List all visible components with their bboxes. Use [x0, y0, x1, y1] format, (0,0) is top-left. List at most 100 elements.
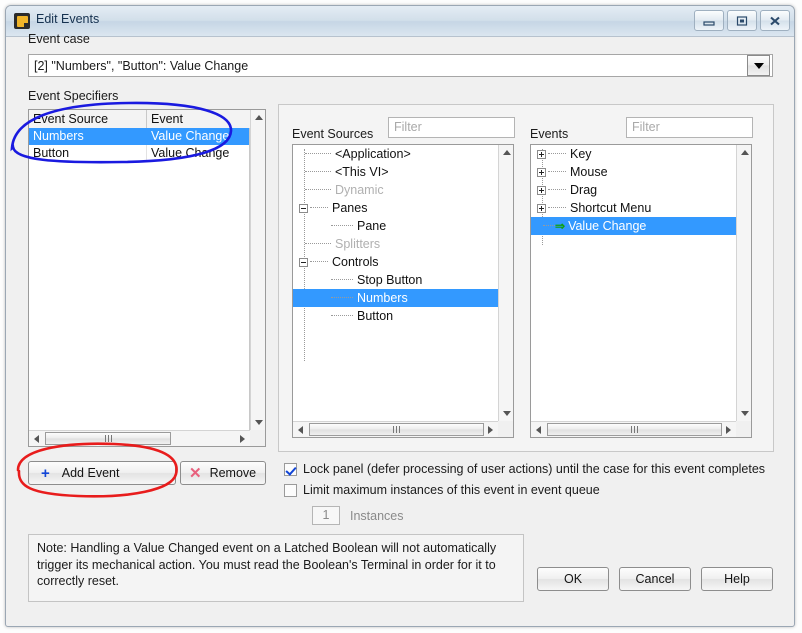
events-label: Events [530, 127, 569, 141]
tree-item-label: Splitters [335, 237, 381, 251]
tree-item-controls[interactable]: Controls [293, 253, 498, 271]
tree-item-label: Numbers [357, 291, 408, 305]
event-arrow-icon: ⇒ [555, 219, 566, 233]
tree-item-mouse[interactable]: Mouse [531, 163, 736, 181]
event-sources-label: Event Sources [292, 127, 374, 141]
tree-item-stop-button[interactable]: Stop Button [293, 271, 498, 289]
sources-horizontal-scrollbar[interactable] [293, 421, 513, 437]
event-sources-filter-input[interactable]: Filter [388, 117, 515, 138]
scroll-thumb[interactable] [309, 423, 484, 436]
remove-label: Remove [209, 466, 257, 480]
row-source: Numbers [29, 128, 147, 145]
events-filter-input[interactable]: Filter [626, 117, 753, 138]
tree-item-label: Dynamic [335, 183, 384, 197]
lock-panel-label: Lock panel (defer processing of user act… [303, 462, 766, 476]
expand-plus-icon[interactable] [537, 203, 546, 213]
labview-vi-icon [14, 13, 30, 29]
tree-item-pane[interactable]: Pane [293, 217, 498, 235]
note-text: Note: Handling a Value Changed event on … [28, 534, 524, 602]
expand-plus-icon[interactable] [537, 149, 546, 159]
scroll-thumb[interactable] [45, 432, 171, 445]
table-row[interactable]: Numbers Value Change [29, 128, 249, 145]
title-bar: Edit Events [6, 6, 794, 37]
tree-item-value-change[interactable]: ⇒ Value Change [531, 217, 736, 235]
scroll-thumb[interactable] [547, 423, 722, 436]
cancel-label: Cancel [635, 572, 675, 586]
add-event-button[interactable]: + Add Event [28, 461, 176, 485]
window-title: Edit Events [36, 12, 100, 26]
event-case-combobox[interactable]: [2] "Numbers", "Button": Value Change [28, 54, 773, 77]
lock-panel-checkbox[interactable] [284, 462, 297, 476]
cancel-button[interactable]: Cancel [619, 567, 691, 591]
scroll-right-icon[interactable] [483, 422, 498, 437]
instances-input[interactable]: 1 [312, 506, 340, 525]
help-label: Help [724, 572, 750, 586]
close-button[interactable] [760, 10, 790, 31]
event-case-value: [2] "Numbers", "Button": Value Change [34, 58, 249, 73]
help-button[interactable]: Help [701, 567, 773, 591]
table-row[interactable]: Button Value Change [29, 145, 249, 162]
minimize-button[interactable] [694, 10, 724, 31]
tree-item-label: Value Change [568, 219, 647, 233]
tree-item-key[interactable]: Key [531, 145, 736, 163]
scroll-down-icon[interactable] [737, 406, 752, 421]
scroll-down-icon[interactable] [251, 415, 266, 430]
tree-item-shortcut-menu[interactable]: Shortcut Menu [531, 199, 736, 217]
tree-item-splitters: Splitters [293, 235, 498, 253]
collapse-minus-icon[interactable] [299, 257, 308, 267]
tree-item-button[interactable]: Button [293, 307, 498, 325]
expand-plus-icon[interactable] [537, 185, 546, 195]
remove-button[interactable]: ✕ Remove [180, 461, 266, 485]
tree-item-drag[interactable]: Drag [531, 181, 736, 199]
scroll-left-icon[interactable] [293, 422, 308, 437]
instances-label: Instances [350, 509, 404, 523]
specifiers-vertical-scrollbar[interactable] [250, 110, 265, 430]
add-event-label: Add Event [61, 466, 120, 480]
tree-item-label: <This VI> [335, 165, 389, 179]
tree-item-label: <Application> [335, 147, 411, 161]
expand-plus-icon[interactable] [537, 167, 546, 177]
lock-panel-checkbox-row[interactable]: Lock panel (defer processing of user act… [284, 462, 765, 476]
events-horizontal-scrollbar[interactable] [531, 421, 751, 437]
scroll-up-icon[interactable] [737, 145, 752, 160]
edit-events-dialog: Edit Events Event case [2] "Numbers", "B… [5, 5, 795, 627]
scroll-right-icon[interactable] [235, 431, 250, 446]
maximize-button[interactable] [727, 10, 757, 31]
scroll-left-icon[interactable] [29, 431, 44, 446]
scroll-right-icon[interactable] [721, 422, 736, 437]
tree-item-label: Controls [332, 255, 379, 269]
scroll-down-icon[interactable] [499, 406, 514, 421]
chevron-down-icon[interactable] [747, 55, 770, 76]
tree-item-numbers[interactable]: Numbers [293, 289, 498, 307]
scroll-up-icon[interactable] [499, 145, 514, 160]
tree-item-this-vi[interactable]: <This VI> [293, 163, 498, 181]
event-specifiers-table[interactable]: Event Source Event Numbers Value Change … [28, 109, 266, 447]
tree-item-application[interactable]: <Application> [293, 145, 498, 163]
column-header-event-source: Event Source [29, 110, 147, 128]
tree-item-label: Stop Button [357, 273, 423, 287]
scroll-left-icon[interactable] [531, 422, 546, 437]
tree-item-label: Button [357, 309, 394, 323]
row-event: Value Change [151, 129, 230, 143]
events-vertical-scrollbar[interactable] [736, 145, 751, 421]
tree-item-dynamic: Dynamic [293, 181, 498, 199]
events-tree-rows: Key Mouse Drag Shortcut Menu ⇒ Value Cha… [531, 145, 736, 421]
ok-button[interactable]: OK [537, 567, 609, 591]
column-header-event: Event [151, 112, 183, 126]
events-tree[interactable]: Key Mouse Drag Shortcut Menu ⇒ Value Cha… [530, 144, 752, 438]
scroll-up-icon[interactable] [251, 110, 266, 125]
tree-item-panes[interactable]: Panes [293, 199, 498, 217]
tree-item-label: Key [570, 147, 592, 161]
limit-instances-checkbox[interactable] [284, 483, 297, 497]
plus-icon: + [41, 464, 50, 482]
specifiers-horizontal-scrollbar[interactable] [29, 430, 265, 446]
x-icon: ✕ [189, 465, 202, 482]
tree-item-label: Shortcut Menu [570, 201, 652, 215]
event-sources-tree[interactable]: <Application> <This VI> Dynamic Panes Pa… [292, 144, 514, 438]
sources-vertical-scrollbar[interactable] [498, 145, 513, 421]
collapse-minus-icon[interactable] [299, 203, 308, 213]
ok-label: OK [563, 572, 583, 586]
limit-instances-label: Limit maximum instances of this event in… [303, 483, 600, 497]
limit-instances-checkbox-row[interactable]: Limit maximum instances of this event in… [284, 483, 600, 497]
tree-item-label: Mouse [570, 165, 608, 179]
